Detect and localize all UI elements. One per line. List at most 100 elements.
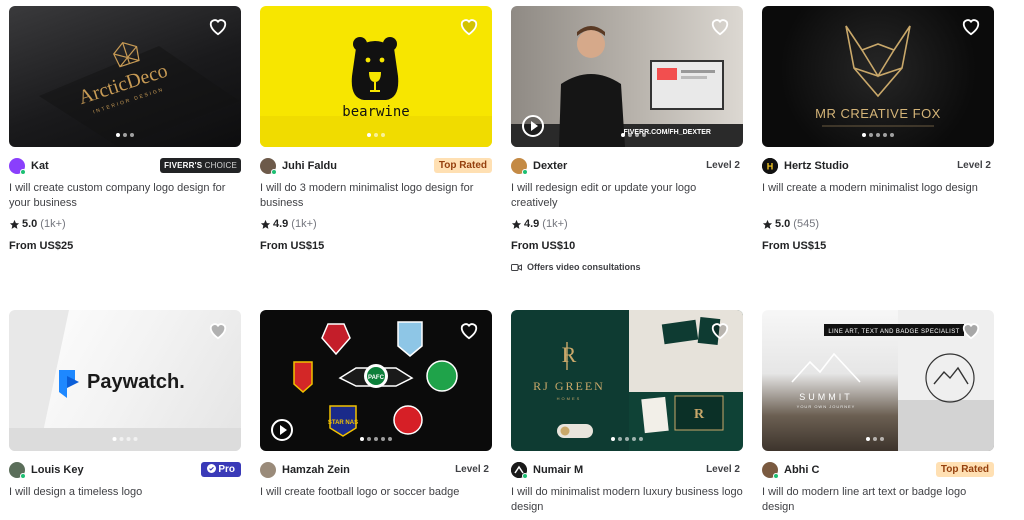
gig-card[interactable]: bearwine Juhi Faldu Top Rated I will do … — [260, 6, 492, 252]
top-rated-badge: Top Rated — [935, 462, 994, 477]
svg-text:STAR NAS: STAR NAS — [328, 420, 358, 426]
review-count: (1k+) — [40, 218, 66, 230]
carousel-dots[interactable] — [862, 133, 894, 137]
gig-title[interactable]: I will do 3 modern minimalist logo desig… — [260, 181, 492, 211]
gig-title[interactable]: I will create a modern minimalist logo d… — [762, 181, 994, 211]
seller-name[interactable]: Dexter — [533, 160, 567, 172]
seller-name[interactable]: Numair M — [533, 464, 583, 476]
gig-title[interactable]: I will do modern line art text or badge … — [762, 485, 994, 515]
star-icon — [260, 219, 271, 229]
avatar[interactable] — [762, 462, 779, 479]
play-video-icon[interactable] — [522, 115, 544, 137]
rating-score: 4.9 — [524, 218, 540, 230]
level-badge: Level 2 — [455, 464, 489, 475]
heart-icon[interactable] — [709, 320, 731, 340]
gig-thumbnail[interactable]: ArcticDeco INTERIOR DESIGN — [9, 6, 241, 147]
avatar[interactable] — [511, 158, 528, 175]
level-badge: Level 2 — [706, 464, 740, 475]
top-rated-badge: Top Rated — [433, 158, 492, 173]
avatar[interactable] — [9, 462, 26, 479]
gig-card[interactable]: ArcticDeco INTERIOR DESIGN Kat FIVERR'S … — [9, 6, 241, 252]
seller-name[interactable]: Juhi Faldu — [282, 160, 337, 172]
gig-title[interactable]: I will redesign edit or update your logo… — [511, 181, 743, 211]
svg-text:LINE ART, TEXT AND BADGE SPECI: LINE ART, TEXT AND BADGE SPECIALIST — [828, 329, 959, 335]
gig-price[interactable]: From US$25 — [9, 240, 241, 252]
gig-rating: 4.9 (1k+) — [260, 217, 492, 231]
svg-text:SUMMIT: SUMMIT — [799, 392, 853, 402]
pro-badge: Pro — [201, 462, 241, 477]
heart-icon[interactable] — [207, 16, 229, 36]
gig-title[interactable]: I will create football logo or soccer ba… — [260, 485, 492, 515]
carousel-dots[interactable] — [116, 133, 134, 137]
video-consultation-text: Offers video consultations — [527, 262, 641, 272]
gig-card[interactable]: FIVERR.COM/FH_DEXTER Dexter Level 2 I wi… — [511, 6, 743, 272]
level-badge: Level 2 — [957, 160, 991, 171]
seller-name[interactable]: Hertz Studio — [784, 160, 849, 172]
heart-icon[interactable] — [458, 320, 480, 340]
star-icon — [9, 219, 20, 229]
avatar[interactable] — [260, 462, 276, 478]
gig-card[interactable]: LINE ART, TEXT AND BADGE SPECIALIST SUMM… — [762, 310, 994, 515]
gig-thumbnail[interactable]: LINE ART, TEXT AND BADGE SPECIALIST SUMM… — [762, 310, 994, 451]
gig-rating: 5.0 (1k+) — [9, 217, 241, 231]
svg-text:RJ GREEN: RJ GREEN — [533, 379, 605, 393]
avatar[interactable] — [511, 462, 528, 479]
video-camera-icon — [511, 263, 522, 271]
gig-thumbnail[interactable]: bearwine — [260, 6, 492, 147]
seller-name[interactable]: Abhi C — [784, 464, 819, 476]
gig-title[interactable]: I will create custom company logo design… — [9, 181, 241, 211]
seller-name[interactable]: Hamzah Zein — [282, 464, 350, 476]
svg-text:R: R — [694, 407, 705, 422]
play-video-icon[interactable] — [271, 419, 293, 441]
gig-price[interactable]: From US$15 — [762, 240, 994, 252]
heart-icon[interactable] — [458, 16, 480, 36]
gig-price[interactable]: From US$15 — [260, 240, 492, 252]
gig-rating: 5.0 (545) — [762, 217, 994, 231]
pro-badge-label: Pro — [218, 464, 235, 475]
svg-text:HOMES: HOMES — [557, 396, 582, 401]
carousel-dots[interactable] — [367, 133, 385, 137]
gig-thumbnail[interactable]: MR CREATIVE FOX — [762, 6, 994, 147]
studio-logo-icon: H — [762, 158, 778, 174]
svg-text:R: R — [562, 342, 577, 367]
carousel-dots[interactable] — [360, 437, 392, 441]
online-indicator — [20, 169, 26, 175]
avatar[interactable]: H — [762, 158, 778, 174]
seller-name[interactable]: Kat — [31, 160, 49, 172]
gig-thumbnail[interactable]: Paywatch. — [9, 310, 241, 451]
review-count: (545) — [793, 218, 819, 230]
heart-icon[interactable] — [960, 16, 982, 36]
carousel-dots[interactable] — [621, 133, 646, 137]
verified-check-icon — [207, 464, 217, 473]
carousel-dots[interactable] — [611, 437, 643, 441]
carousel-dots[interactable] — [112, 437, 138, 441]
gig-card[interactable]: Paywatch. Louis Key Pro I will design a … — [9, 310, 241, 515]
gig-thumbnail[interactable]: FIVERR.COM/FH_DEXTER — [511, 6, 743, 147]
avatar[interactable] — [260, 158, 277, 175]
heart-icon[interactable] — [709, 16, 731, 36]
review-count: (1k+) — [291, 218, 317, 230]
svg-text:bearwine: bearwine — [342, 104, 409, 120]
gig-card[interactable]: MR CREATIVE FOX H Hertz Studio Level 2 I… — [762, 6, 994, 252]
avatar[interactable] — [9, 158, 26, 175]
star-icon — [762, 219, 773, 229]
rating-score: 5.0 — [22, 218, 38, 230]
gig-title[interactable]: I will design a timeless logo — [9, 485, 241, 515]
carousel-dots[interactable] — [866, 437, 884, 441]
review-count: (1k+) — [542, 218, 568, 230]
gig-thumbnail[interactable]: PAFC STAR NAS — [260, 310, 492, 451]
gig-card[interactable]: PAFC STAR NAS Hamzah Zein Level 2 I will… — [260, 310, 492, 515]
seller-name[interactable]: Louis Key — [31, 464, 84, 476]
heart-icon[interactable] — [960, 320, 982, 340]
gig-thumbnail[interactable]: R R RJ GREEN HOMES — [511, 310, 743, 451]
online-indicator — [20, 473, 26, 479]
fiverrs-choice-badge: FIVERR'S CHOICE — [160, 158, 241, 173]
svg-text:Paywatch.: Paywatch. — [87, 371, 185, 393]
gig-price[interactable]: From US$10 — [511, 240, 743, 252]
gig-rating: 4.9 (1k+) — [511, 217, 743, 231]
gig-title[interactable]: I will do minimalist modern luxury busin… — [511, 485, 743, 515]
rating-score: 4.9 — [273, 218, 289, 230]
gig-card[interactable]: R R RJ GREEN HOMES Numair M Level 2 I wi… — [511, 310, 743, 515]
online-indicator — [522, 473, 528, 479]
heart-icon[interactable] — [207, 320, 229, 340]
